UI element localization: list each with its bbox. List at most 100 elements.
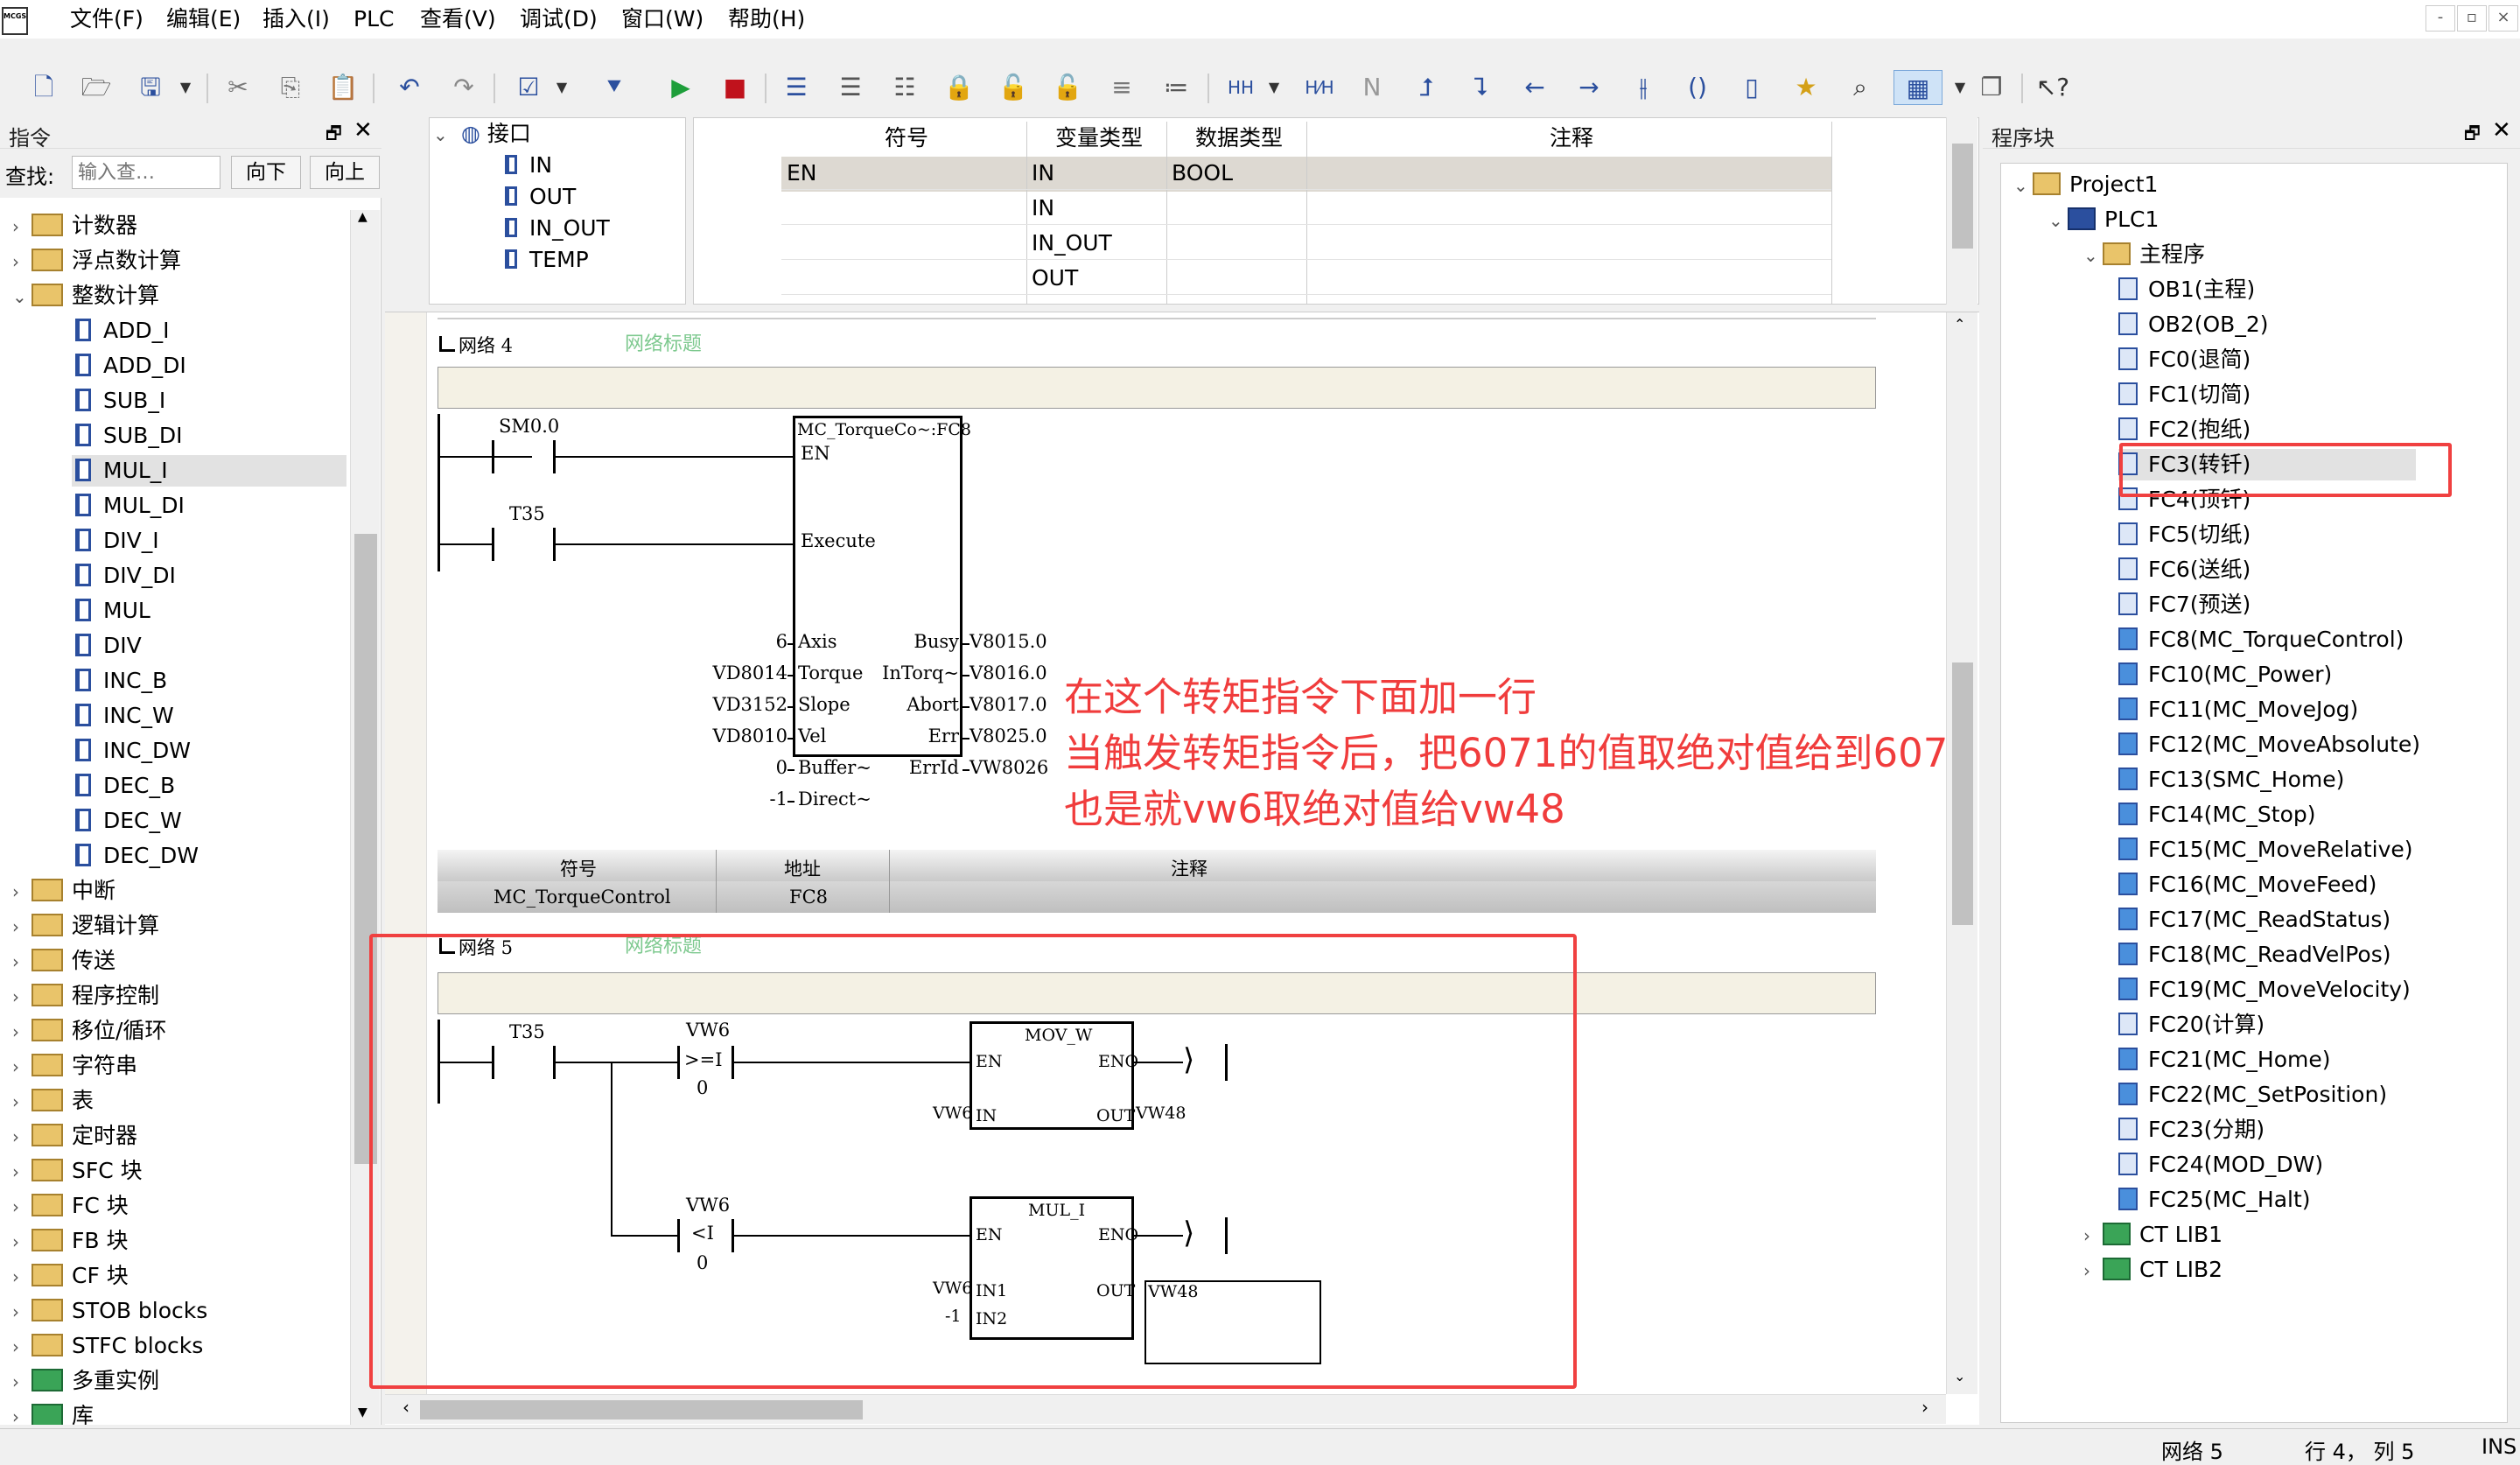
fc8-output-value[interactable]: V8017.0 (970, 694, 1047, 715)
fc8-input-value[interactable]: 6 (776, 631, 788, 652)
chevron-right-icon[interactable]: › (12, 1296, 32, 1328)
interface-item-in[interactable]: IN (505, 150, 552, 181)
interface-cell-data-type[interactable] (1166, 297, 1306, 304)
instruction-item[interactable]: › FC 块 (12, 1190, 129, 1222)
program-block-item[interactable]: FC2(抱纸) (2118, 414, 2250, 445)
copy-icon[interactable]: ⎘ (273, 70, 308, 105)
ladder-hscrollbar[interactable]: ‹ › (385, 1394, 1946, 1424)
instruction-item[interactable]: MUL_I (72, 455, 346, 487)
star-icon[interactable]: ★ (1788, 70, 1824, 105)
chevron-down-icon[interactable]: ⌄ (2013, 170, 2033, 201)
menu-help[interactable]: 帮助(H) (728, 5, 805, 33)
instruction-item[interactable]: › FB 块 (12, 1225, 128, 1257)
instruction-item[interactable]: › 表 (12, 1085, 94, 1117)
delete-network-icon[interactable]: ☰ (833, 70, 868, 105)
chevron-right-icon[interactable]: › (12, 1226, 32, 1258)
instruction-item[interactable]: MUL (75, 595, 150, 627)
fc8-output-value[interactable]: V8025.0 (970, 725, 1047, 747)
down-line-icon[interactable]: ⮧ (1463, 70, 1498, 105)
interface-scrollbar[interactable] (1946, 117, 1978, 305)
insert-network-icon[interactable]: ☰ (779, 70, 814, 105)
close-panel-icon[interactable]: ✕ (2492, 117, 2511, 144)
interface-root[interactable]: ⌄ ◍ 接口 (433, 118, 531, 150)
chevron-right-icon[interactable]: › (12, 1261, 32, 1293)
fc8-input-value[interactable]: VD3152 (713, 694, 788, 715)
program-block-item[interactable]: FC18(MC_ReadVelPos) (2118, 939, 2391, 971)
address-cell[interactable]: FC8 (789, 887, 828, 908)
program-block-item[interactable]: FC24(MOD_DW) (2118, 1149, 2323, 1181)
contact-no-icon[interactable]: HH (1223, 70, 1258, 105)
scroll-down-icon[interactable]: ▼ (358, 1405, 368, 1419)
interface-item-in-out[interactable]: IN_OUT (505, 213, 610, 244)
contact-dropdown-icon[interactable]: ▼ (1256, 70, 1292, 105)
comment-icon[interactable]: ≡ (1104, 70, 1139, 105)
program-block-item[interactable]: FC22(MC_SetPosition) (2118, 1079, 2387, 1111)
interface-cell-var-type[interactable]: TEMP (1026, 297, 1166, 304)
redo-icon[interactable]: ↷ (446, 70, 481, 105)
menu-plc[interactable]: PLC (354, 5, 394, 33)
menu-view[interactable]: 查看(V) (420, 5, 496, 33)
pin-icon[interactable]: 🗗 (326, 121, 342, 151)
interface-cell-comment[interactable] (1306, 297, 1831, 304)
instruction-item[interactable]: › 浮点数计算 (12, 245, 181, 277)
close-button[interactable]: × (2488, 5, 2518, 32)
interface-cell-data-type[interactable] (1166, 262, 1306, 295)
insert-row-icon[interactable]: ☷ (887, 70, 922, 105)
instruction-item[interactable]: ADD_I (75, 315, 169, 347)
box-icon[interactable]: ▯ (1734, 70, 1769, 105)
instruction-item[interactable]: › 逻辑计算 (12, 910, 159, 942)
run-icon[interactable]: ▶ (663, 70, 698, 105)
chevron-right-icon[interactable]: › (12, 1191, 32, 1223)
instruction-item[interactable]: DIV (75, 630, 142, 662)
instruction-item[interactable]: › SFC 块 (12, 1155, 143, 1187)
fc8-output-value[interactable]: V8016.0 (970, 662, 1047, 683)
window-icon[interactable]: ❐ (1974, 70, 2009, 105)
fc8-input-value[interactable]: 0 (776, 757, 788, 778)
chevron-right-icon[interactable]: › (12, 946, 32, 978)
new-file-icon[interactable]: 🗋 (26, 70, 61, 105)
interface-cell-symbol[interactable]: EN (781, 157, 1026, 190)
scroll-thumb[interactable] (420, 1400, 863, 1419)
program-block-item[interactable]: FC19(MC_MoveVelocity) (2118, 974, 2411, 1006)
scroll-right-icon[interactable]: › (1922, 1397, 1928, 1418)
chevron-right-icon[interactable]: › (12, 1086, 32, 1118)
chevron-down-icon[interactable]: ⌄ (2048, 205, 2068, 236)
search-up-button[interactable]: 向上 (310, 156, 380, 189)
program-block-item[interactable]: FC6(送纸) (2118, 554, 2250, 585)
lock-open-icon[interactable]: 🔓 (1050, 70, 1085, 105)
program-block-item[interactable]: FC12(MC_MoveAbsolute) (2118, 729, 2420, 761)
interface-cell-comment[interactable] (1306, 192, 1831, 225)
program-block-item[interactable]: › CT LIB1 (2083, 1219, 2222, 1251)
close-panel-icon[interactable]: ✕ (354, 117, 373, 144)
paste-icon[interactable]: 📋 (326, 70, 360, 105)
instruction-item[interactable]: › 多重实例 (12, 1365, 159, 1397)
instruction-item[interactable]: › 程序控制 (12, 980, 159, 1012)
chevron-right-icon[interactable]: › (12, 1401, 32, 1425)
restore-button[interactable]: ▫ (2457, 5, 2487, 32)
up-line-icon[interactable]: ⮥ (1409, 70, 1444, 105)
coil-icon[interactable]: () (1680, 70, 1715, 105)
contact-n-icon[interactable]: N (1354, 70, 1390, 105)
menu-debug[interactable]: 调试(D) (520, 5, 598, 33)
compile-dropdown-icon[interactable]: ▼ (544, 70, 579, 105)
instruction-item[interactable]: › CF 块 (12, 1260, 129, 1292)
grid-view-icon[interactable]: ▦ (1894, 70, 1942, 105)
interface-cell-comment[interactable] (1306, 262, 1831, 295)
instruction-item[interactable]: › 定时器 (12, 1120, 137, 1152)
chevron-right-icon[interactable]: › (12, 1016, 32, 1048)
instruction-item[interactable]: › 计数器 (12, 210, 137, 242)
chevron-right-icon[interactable]: › (12, 1366, 32, 1398)
program-block-item[interactable]: FC7(预送) (2118, 589, 2250, 620)
interface-cell-data-type[interactable] (1166, 227, 1306, 260)
contact-icon[interactable]: ⫲ (1626, 70, 1661, 105)
interface-cell-data-type[interactable]: BOOL (1166, 157, 1306, 190)
contact-nc-icon[interactable]: H⁄H (1302, 70, 1337, 105)
minimize-button[interactable]: - (2426, 5, 2455, 32)
chevron-right-icon[interactable]: › (12, 1121, 32, 1153)
instruction-item[interactable]: SUB_DI (75, 420, 182, 452)
left-line-icon[interactable]: ← (1517, 70, 1552, 105)
help-icon[interactable]: ↖? (2035, 70, 2070, 105)
instruction-item[interactable]: › 库 (12, 1400, 94, 1425)
open-folder-icon[interactable]: 🗁 (79, 70, 114, 105)
download-icon[interactable]: ⯆ (597, 70, 632, 105)
